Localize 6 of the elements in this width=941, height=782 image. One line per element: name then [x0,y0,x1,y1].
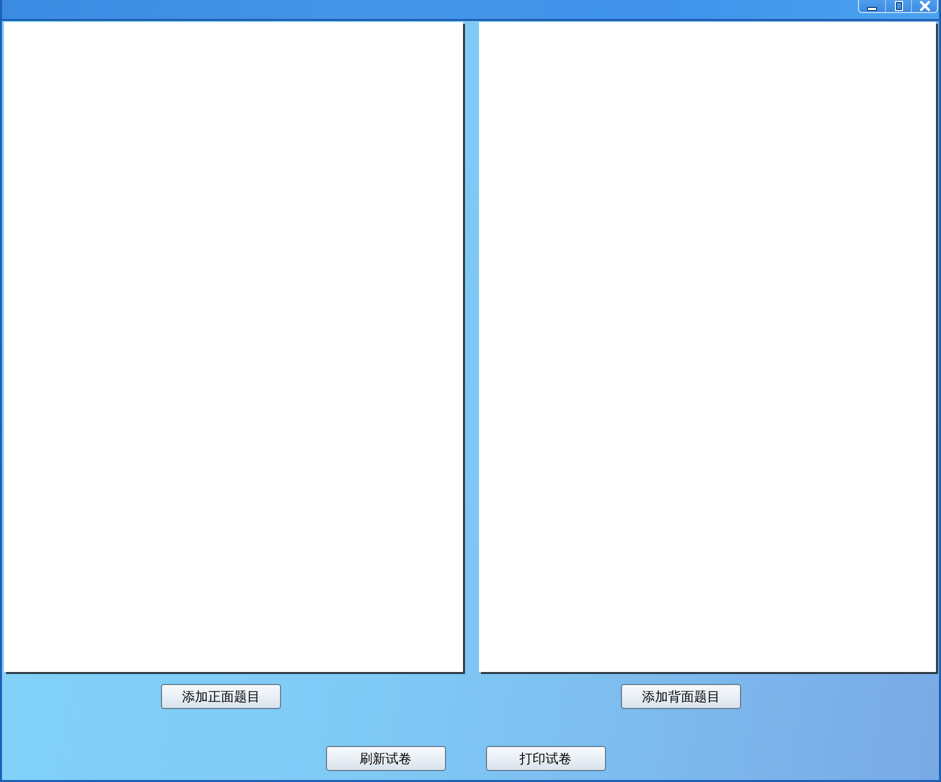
print-paper-button[interactable]: 打印试卷 [486,746,606,771]
add-front-question-button[interactable]: 添加正面题目 [161,684,281,709]
add-back-question-button[interactable]: 添加背面题目 [621,684,741,709]
close-icon [920,1,930,11]
maximize-icon [894,1,902,11]
refresh-paper-button[interactable]: 刷新试卷 [326,746,446,771]
